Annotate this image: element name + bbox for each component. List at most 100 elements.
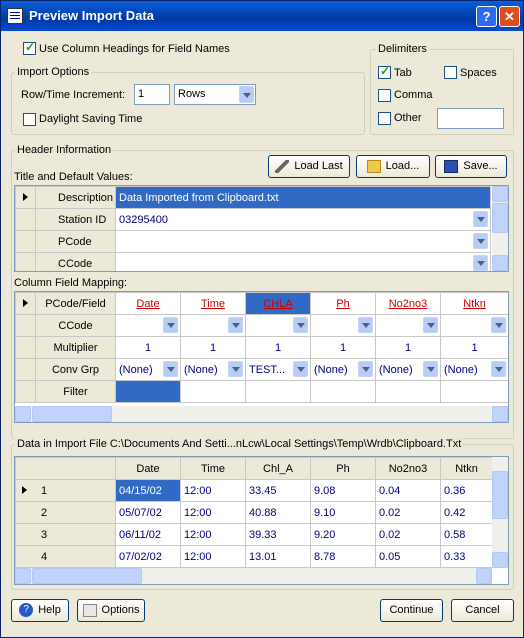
ccode-cell[interactable] [115,252,491,271]
data-cell[interactable]: 06/11/02 [115,523,181,546]
data-cell[interactable]: 0.42 [440,501,493,524]
scroll-right-icon[interactable] [476,568,492,584]
tab-checkbox[interactable] [378,64,391,79]
continue-button[interactable]: Continue [380,599,443,622]
pcode-cell[interactable] [115,230,491,253]
table-row[interactable]: CCode [15,252,491,271]
table-row[interactable]: 3 06/11/02 12:00 39.33 9.20 0.02 0.58 [15,523,493,546]
column-header[interactable]: Ntkn [440,457,493,480]
data-cell[interactable]: 8.78 [310,545,376,568]
data-cell[interactable]: 0.05 [375,545,441,568]
multiplier-cell[interactable]: 1 [440,336,508,359]
import-grid-vscroll[interactable] [492,457,508,568]
data-cell[interactable]: 05/07/02 [115,501,181,524]
cancel-button[interactable]: Cancel [451,599,514,622]
load-last-button[interactable]: Load Last [268,155,350,178]
ccode-map-cell[interactable] [180,314,246,337]
other-delimiter-input[interactable] [437,108,504,129]
ccode-map-cell[interactable] [375,314,441,337]
field-cell[interactable]: Ntkn [440,292,508,315]
table-row[interactable]: 4 07/02/02 12:00 13.01 8.78 0.05 0.33 [15,545,493,568]
station-id-cell[interactable]: 03295400 [115,208,491,231]
multiplier-cell[interactable]: 1 [375,336,441,359]
field-cell[interactable]: CHLA [245,292,311,315]
filter-cell[interactable] [440,380,508,403]
chevron-down-icon[interactable] [491,361,506,377]
chevron-down-icon[interactable] [491,317,506,333]
filter-cell[interactable] [115,380,181,403]
mapping-grid-hscroll[interactable] [15,406,508,422]
data-cell[interactable]: 33.45 [245,479,311,502]
column-header[interactable]: Date [115,457,181,480]
data-cell[interactable]: 07/02/02 [115,545,181,568]
spaces-checkbox[interactable] [444,66,457,79]
table-row[interactable]: PCode [15,230,491,253]
chevron-down-icon[interactable] [423,317,438,333]
help-title-button[interactable]: ? [476,6,497,27]
chevron-down-icon[interactable] [293,361,308,377]
data-cell[interactable]: 12:00 [180,479,246,502]
conv-grp-cell[interactable]: TEST... [245,358,311,381]
chevron-down-icon[interactable] [358,317,373,333]
data-cell[interactable]: 0.58 [440,523,493,546]
filter-cell[interactable] [245,380,311,403]
data-cell[interactable]: 39.33 [245,523,311,546]
ccode-map-cell[interactable] [440,314,508,337]
conv-grp-cell[interactable]: (None) [440,358,508,381]
scroll-right-icon[interactable] [492,406,508,422]
chevron-down-icon[interactable] [473,255,488,271]
field-mapping-grid[interactable]: PCode/Field Date Time CHLA Ph No2no3 Ntk… [14,291,509,423]
filter-cell[interactable] [310,380,376,403]
daylight-saving-checkbox[interactable] [23,113,36,126]
column-header[interactable]: No2no3 [375,457,441,480]
data-cell[interactable]: 9.20 [310,523,376,546]
description-cell[interactable]: Data Imported from Clipboard.txt [115,186,491,209]
header-grid-vscroll[interactable] [492,186,508,271]
data-cell[interactable]: 0.04 [375,479,441,502]
table-row[interactable]: Station ID 03295400 [15,208,491,231]
data-cell[interactable]: 9.08 [310,479,376,502]
row-increment-unit-select[interactable]: Rows [174,84,256,105]
data-cell[interactable]: 9.10 [310,501,376,524]
chevron-down-icon[interactable] [293,317,308,333]
data-cell[interactable]: 12:00 [180,545,246,568]
conv-grp-cell[interactable]: (None) [115,358,181,381]
chevron-down-icon[interactable] [239,86,254,103]
data-cell[interactable]: 0.36 [440,479,493,502]
close-button[interactable]: ✕ [499,6,520,27]
scroll-down-icon[interactable] [492,552,508,568]
data-cell[interactable]: 13.01 [245,545,311,568]
data-cell[interactable]: 04/15/02 [115,479,181,502]
help-button[interactable]: ? Help [11,599,69,622]
conv-grp-cell[interactable]: (None) [375,358,441,381]
ccode-map-cell[interactable] [245,314,311,337]
data-cell[interactable]: 0.02 [375,523,441,546]
table-row[interactable]: Description Data Imported from Clipboard… [15,186,491,209]
column-header[interactable]: Time [180,457,246,480]
other-checkbox[interactable] [378,112,391,125]
save-button[interactable]: Save... [435,155,507,178]
scroll-left-icon[interactable] [15,568,31,584]
data-cell[interactable]: 12:00 [180,501,246,524]
multiplier-cell[interactable]: 1 [245,336,311,359]
chevron-down-icon[interactable] [423,361,438,377]
data-cell[interactable]: 12:00 [180,523,246,546]
multiplier-cell[interactable]: 1 [310,336,376,359]
multiplier-cell[interactable]: 1 [180,336,246,359]
chevron-down-icon[interactable] [228,361,243,377]
data-cell[interactable]: 0.02 [375,501,441,524]
comma-checkbox[interactable] [378,89,391,102]
conv-grp-cell[interactable]: (None) [180,358,246,381]
scroll-down-icon[interactable] [492,255,508,271]
field-cell[interactable]: Ph [310,292,376,315]
conv-grp-cell[interactable]: (None) [310,358,376,381]
row-increment-input[interactable]: 1 [134,84,170,105]
use-headings-checkbox[interactable] [23,40,36,55]
scroll-left-icon[interactable] [15,406,31,422]
scroll-thumb[interactable] [492,471,508,519]
chevron-down-icon[interactable] [228,317,243,333]
import-grid-hscroll[interactable] [15,568,492,584]
field-cell[interactable]: Time [180,292,246,315]
filter-cell[interactable] [180,380,246,403]
chevron-down-icon[interactable] [358,361,373,377]
